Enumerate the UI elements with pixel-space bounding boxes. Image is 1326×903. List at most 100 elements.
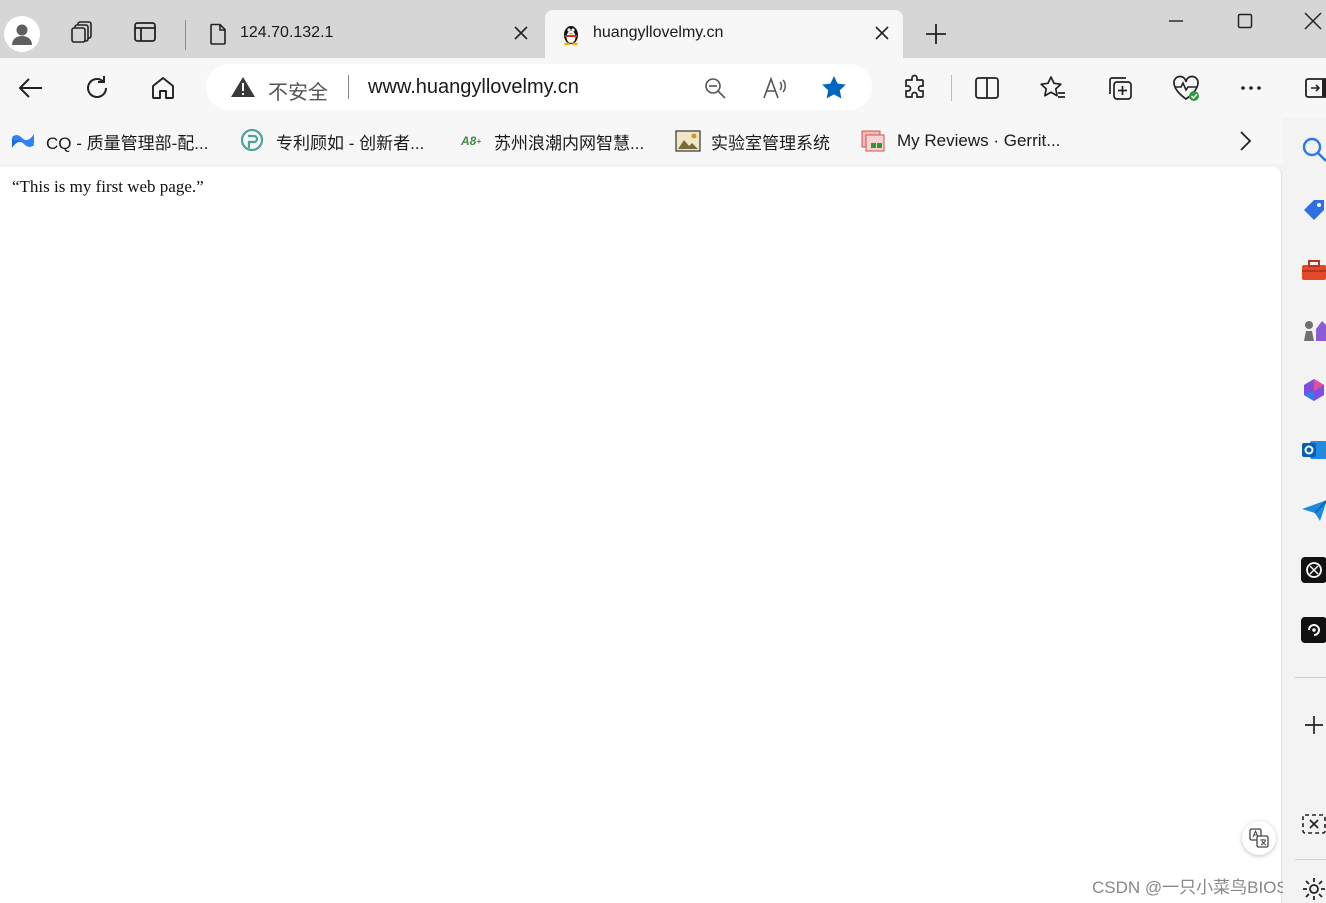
more-favorites-button[interactable] bbox=[1232, 127, 1258, 155]
favorite-label: 专利顾如 - 创新者... bbox=[276, 133, 425, 153]
address-divider bbox=[348, 75, 349, 99]
navigation-toolbar: 不安全 www.huangyllovelmy.cn bbox=[0, 58, 1326, 118]
tab-inactive[interactable]: 124.70.132.1 bbox=[192, 10, 542, 58]
sidebar-screenshot-button[interactable] bbox=[1301, 811, 1326, 837]
sidebar-outlook-button[interactable] bbox=[1301, 437, 1326, 463]
title-bar: 124.70.132.1 huangyllovelmy.cn bbox=[0, 0, 1326, 58]
sidebar-app-button[interactable] bbox=[1301, 617, 1326, 643]
new-tab-button[interactable] bbox=[920, 18, 952, 50]
sidebar-icon bbox=[1305, 78, 1326, 98]
home-button[interactable] bbox=[145, 70, 181, 106]
favorite-label: CQ - 质量管理部-配... bbox=[46, 133, 209, 153]
zoom-out-icon bbox=[705, 78, 726, 99]
close-icon bbox=[1304, 12, 1322, 30]
chevron-right-icon bbox=[1240, 131, 1252, 151]
chess-piece-icon bbox=[1304, 321, 1326, 341]
minimize-button[interactable] bbox=[1161, 6, 1191, 36]
profile-avatar-button[interactable] bbox=[4, 16, 40, 52]
qq-penguin-icon bbox=[564, 26, 578, 46]
outlook-icon bbox=[1302, 441, 1326, 459]
read-aloud-icon bbox=[763, 76, 786, 99]
sidebar-shopping-button[interactable] bbox=[1301, 197, 1326, 223]
favorite-star-button[interactable] bbox=[820, 74, 848, 102]
favorite-label: My Reviews · Gerrit... bbox=[897, 131, 1061, 150]
patent-search-icon bbox=[240, 128, 266, 154]
favorite-item[interactable]: My Reviews · Gerrit... bbox=[861, 127, 1060, 155]
maximize-icon bbox=[1237, 13, 1253, 29]
tab-active[interactable]: huangyllovelmy.cn bbox=[545, 10, 903, 58]
translate-icon bbox=[1249, 828, 1269, 848]
favorites-bar: CQ - 质量管理部-配... 专利顾如 - 创新者... A8 + 苏州浪潮内网… bbox=[0, 118, 1326, 164]
browser-essentials-button[interactable] bbox=[1168, 70, 1204, 106]
shopping-tag-icon bbox=[1304, 200, 1324, 220]
split-screen-icon bbox=[975, 77, 999, 99]
security-status[interactable]: 不安全 bbox=[268, 76, 328, 105]
tab-title: 124.70.132.1 bbox=[240, 24, 334, 41]
close-icon bbox=[875, 26, 889, 40]
translate-button[interactable] bbox=[1242, 821, 1276, 855]
collections-button[interactable] bbox=[1102, 70, 1138, 106]
refresh-button[interactable] bbox=[79, 70, 115, 106]
sidebar-chatgpt-button[interactable] bbox=[1301, 557, 1326, 583]
sidebar-settings-button[interactable] bbox=[1301, 876, 1326, 902]
close-tab-button[interactable] bbox=[871, 22, 893, 44]
sidebar-send-button[interactable] bbox=[1301, 497, 1326, 523]
more-horizontal-icon bbox=[1241, 86, 1261, 90]
microsoft-365-icon bbox=[1304, 379, 1324, 401]
plus-icon bbox=[926, 24, 946, 44]
csdn-watermark: CSDN @一只小菜鸟BIOS bbox=[1092, 878, 1288, 897]
workspaces-button[interactable] bbox=[64, 14, 100, 50]
read-aloud-button[interactable] bbox=[761, 74, 789, 102]
favorite-item[interactable]: 专利顾如 - 创新者... bbox=[240, 127, 424, 155]
gear-icon bbox=[1303, 878, 1325, 900]
plus-icon bbox=[1305, 716, 1323, 734]
maximize-button[interactable] bbox=[1230, 6, 1260, 36]
gerrit-icon bbox=[861, 128, 887, 154]
favorite-item[interactable]: A8 + 苏州浪潮内网智慧... bbox=[458, 127, 644, 155]
url-input[interactable]: www.huangyllovelmy.cn bbox=[368, 76, 579, 99]
favorite-item[interactable]: CQ - 质量管理部-配... bbox=[10, 127, 208, 155]
refresh-icon bbox=[87, 76, 107, 98]
address-bar[interactable]: 不安全 www.huangyllovelmy.cn bbox=[206, 64, 872, 110]
split-screen-button[interactable] bbox=[969, 70, 1005, 106]
close-tab-button[interactable] bbox=[510, 22, 532, 44]
extensions-button[interactable] bbox=[897, 70, 933, 106]
paper-plane-icon bbox=[1302, 499, 1326, 521]
search-icon bbox=[1302, 137, 1326, 162]
vertical-tabs-button[interactable] bbox=[127, 14, 163, 50]
workspaces-icon bbox=[71, 21, 92, 43]
back-button[interactable] bbox=[13, 70, 49, 106]
swirl-app-icon bbox=[1301, 617, 1326, 643]
favorite-item[interactable]: 实验室管理系统 bbox=[675, 127, 830, 155]
edge-sidebar bbox=[1283, 118, 1326, 903]
sidebar-tools-button[interactable] bbox=[1301, 257, 1326, 283]
sidebar-games-button[interactable] bbox=[1301, 317, 1326, 343]
warning-icon bbox=[231, 77, 255, 97]
tab-title: huangyllovelmy.cn bbox=[593, 24, 724, 41]
sidebar-add-button[interactable] bbox=[1301, 712, 1326, 738]
favorites-button[interactable] bbox=[1035, 70, 1071, 106]
lab-system-icon bbox=[675, 128, 701, 154]
confluence-icon bbox=[10, 128, 36, 154]
sidebar-search-button[interactable] bbox=[1301, 136, 1326, 162]
page-body-text: “This is my first web page.” bbox=[12, 177, 204, 196]
puzzle-icon bbox=[905, 74, 924, 98]
sidebar-toggle-button[interactable] bbox=[1299, 70, 1326, 106]
home-icon bbox=[152, 77, 174, 99]
screenshot-icon bbox=[1302, 814, 1326, 834]
web-page-content: “This is my first web page.” bbox=[0, 167, 1282, 903]
zoom-button[interactable] bbox=[701, 74, 729, 102]
collections-icon bbox=[1109, 77, 1132, 100]
openai-icon bbox=[1301, 557, 1326, 583]
minimize-icon bbox=[1169, 20, 1183, 22]
sidebar-divider bbox=[1295, 859, 1326, 860]
sidebar-divider bbox=[1295, 677, 1326, 678]
sidebar-office-button[interactable] bbox=[1301, 377, 1326, 403]
tab-divider bbox=[185, 20, 186, 50]
star-filled-icon bbox=[822, 76, 846, 99]
page-icon bbox=[210, 23, 226, 45]
settings-more-button[interactable] bbox=[1233, 70, 1269, 106]
close-window-button[interactable] bbox=[1298, 6, 1326, 36]
favorites-list-icon bbox=[1040, 76, 1065, 98]
back-arrow-icon bbox=[18, 78, 42, 98]
